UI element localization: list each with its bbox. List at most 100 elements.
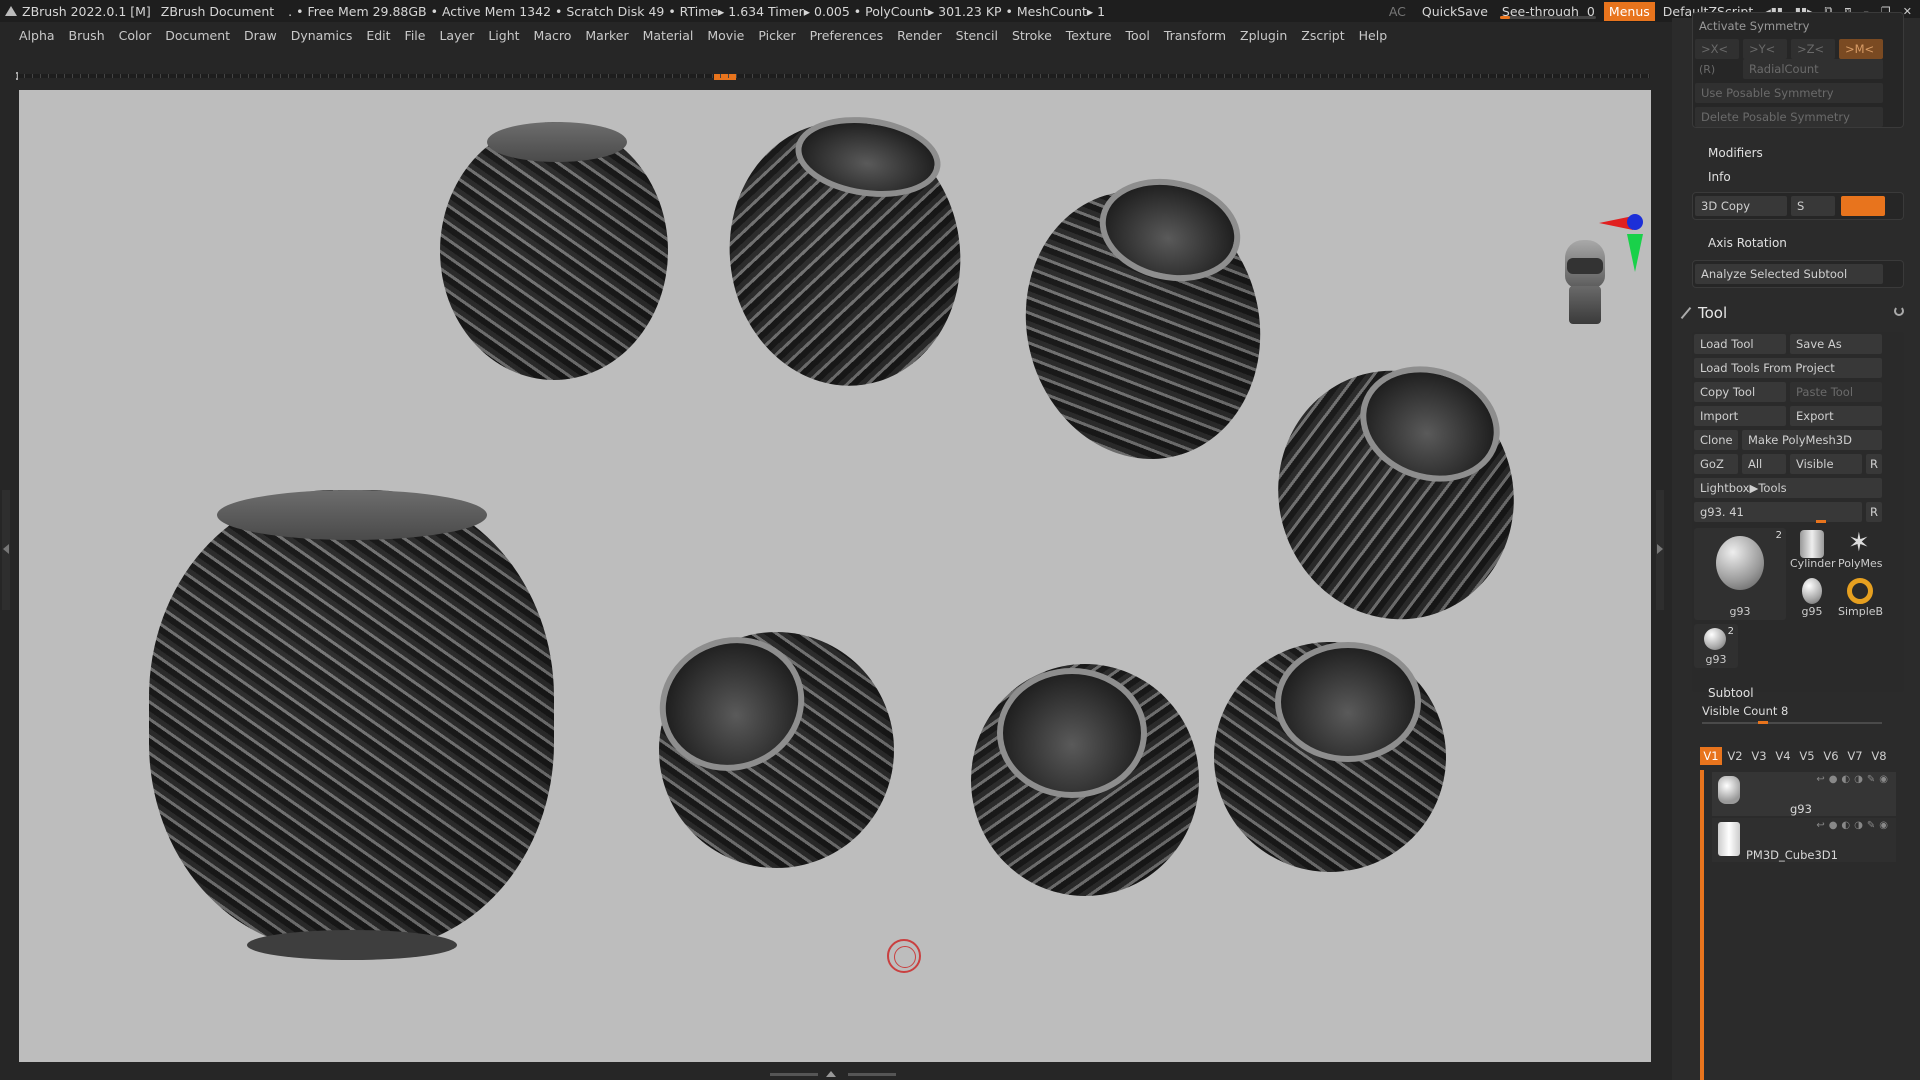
y-axis-icon[interactable] [1627,234,1643,272]
analyze-selected-subtool-button[interactable]: Analyze Selected Subtool [1695,264,1883,284]
goz-visible-button[interactable]: Visible [1790,454,1862,474]
paste-tool-button[interactable]: Paste Tool [1790,382,1882,402]
menu-layer[interactable]: Layer [432,26,481,46]
tool-palette-title[interactable]: Tool [1698,304,1727,322]
left-tray-handle[interactable] [2,490,10,610]
radial-r-button[interactable]: (R) [1699,63,1715,76]
tool-thumb-g93-small[interactable]: 2 g93 [1694,624,1738,668]
modifiers-header[interactable]: Modifiers [1708,146,1763,160]
menu-zplugin[interactable]: Zplugin [1233,26,1294,46]
delete-posable-symmetry-button[interactable]: Delete Posable Symmetry [1695,107,1883,127]
tab-v3[interactable]: V3 [1748,747,1770,765]
export-button[interactable]: Export [1790,406,1882,426]
3d-copy-s-button[interactable]: S [1791,196,1835,216]
menu-draw[interactable]: Draw [237,26,284,46]
tab-v4[interactable]: V4 [1772,747,1794,765]
menu-help[interactable]: Help [1352,26,1395,46]
tool-thumb-cylinder[interactable]: Cylinder [1790,528,1836,572]
menu-material[interactable]: Material [636,26,701,46]
tab-v7[interactable]: V7 [1844,747,1866,765]
menu-document[interactable]: Document [158,26,237,46]
subtool-controls-icon[interactable]: ↩●◐◑✎◉ [1816,774,1892,785]
radial-count-slider[interactable]: RadialCount [1743,59,1883,79]
subtool-controls-icon[interactable]: ↩●◐◑✎◉ [1816,820,1892,831]
tool-thumb-polymesh[interactable]: ✶ PolyMes [1838,528,1883,572]
menu-color[interactable]: Color [112,26,159,46]
info-header[interactable]: Info [1708,170,1731,184]
save-as-button[interactable]: Save As [1790,334,1882,354]
right-tray-handle[interactable] [1656,490,1664,610]
document-canvas[interactable] [19,90,1651,1062]
tab-v8[interactable]: V8 [1868,747,1890,765]
load-tool-button[interactable]: Load Tool [1694,334,1786,354]
tab-v5[interactable]: V5 [1796,747,1818,765]
quicksave-button[interactable]: QuickSave [1414,4,1496,19]
menu-alpha[interactable]: Alpha [12,26,62,46]
ac-button[interactable]: AC [1381,4,1414,19]
subtool-item-pm3d-cube[interactable]: ↩●◐◑✎◉ PM3D_Cube3D1 [1712,818,1896,862]
menu-transform[interactable]: Transform [1157,26,1233,46]
sym-x-button[interactable]: >X< [1695,39,1739,59]
tab-v6[interactable]: V6 [1820,747,1842,765]
seethrough-slider[interactable]: See-through 0 [1496,0,1600,22]
menu-stroke[interactable]: Stroke [1005,26,1059,46]
tool-thumb-g95[interactable]: g95 [1790,576,1834,620]
3d-copy-button[interactable]: 3D Copy [1695,196,1787,216]
lightbox-tools-button[interactable]: Lightbox▶Tools [1694,478,1882,498]
menu-brush[interactable]: Brush [62,26,112,46]
timeline-current-marker[interactable] [714,74,736,80]
tab-v1[interactable]: V1 [1700,747,1722,765]
copy-tool-button[interactable]: Copy Tool [1694,382,1786,402]
menu-file[interactable]: File [398,26,433,46]
menu-light[interactable]: Light [481,26,526,46]
menu-stencil[interactable]: Stencil [949,26,1005,46]
menu-texture[interactable]: Texture [1059,26,1119,46]
sym-z-button[interactable]: >Z< [1791,39,1835,59]
menu-movie[interactable]: Movie [700,26,751,46]
menu-render[interactable]: Render [890,26,949,46]
axis-rotation-header[interactable]: Axis Rotation [1708,236,1787,250]
timeline-tick [368,74,369,78]
menu-zscript[interactable]: Zscript [1294,26,1351,46]
make-polymesh3d-button[interactable]: Make PolyMesh3D [1742,430,1882,450]
refresh-icon[interactable] [1894,306,1904,316]
timeline-tick [56,74,57,78]
subtool-header[interactable]: Subtool [1708,686,1754,700]
activate-symmetry-button[interactable]: Activate Symmetry [1699,19,1809,33]
menus-button[interactable]: Menus [1603,1,1655,21]
menu-marker[interactable]: Marker [578,26,635,46]
menu-edit[interactable]: Edit [359,26,397,46]
gizmo-head-icon[interactable] [1559,240,1611,326]
current-tool-slider-knob[interactable] [1816,520,1826,523]
current-tool-r-button[interactable]: R [1866,502,1882,522]
navigation-gizmo[interactable] [1559,210,1643,330]
menu-preferences[interactable]: Preferences [803,26,891,46]
tool-thumb-g93[interactable]: 2 g93 [1694,528,1786,620]
visible-count-label[interactable]: Visible Count 8 [1702,704,1788,718]
sym-m-button[interactable]: >M< [1839,39,1883,59]
visible-count-knob[interactable] [1758,721,1768,724]
close-icon[interactable]: ✕ [1903,5,1912,18]
bottom-tray-handle[interactable] [770,1071,900,1078]
current-tool-slider[interactable]: g93. 41 [1694,502,1862,522]
tab-v2[interactable]: V2 [1724,747,1746,765]
subtool-scrollbar[interactable] [1700,770,1704,1080]
clone-button[interactable]: Clone [1694,430,1738,450]
goz-r-button[interactable]: R [1866,454,1882,474]
3d-copy-value-field[interactable] [1841,196,1885,216]
visible-count-track[interactable] [1702,722,1882,724]
sym-y-button[interactable]: >Y< [1743,39,1787,59]
goz-all-button[interactable]: All [1742,454,1786,474]
z-axis-icon[interactable] [1627,214,1643,230]
timeline-strip[interactable] [16,72,1650,80]
subtool-item-g93[interactable]: ↩●◐◑✎◉ g93 [1712,772,1896,816]
menu-picker[interactable]: Picker [751,26,802,46]
import-button[interactable]: Import [1694,406,1786,426]
menu-dynamics[interactable]: Dynamics [284,26,360,46]
goz-button[interactable]: GoZ [1694,454,1738,474]
menu-tool[interactable]: Tool [1119,26,1157,46]
load-tools-from-project-button[interactable]: Load Tools From Project [1694,358,1882,378]
tool-thumb-simplebrush[interactable]: SimpleB [1838,576,1883,620]
use-posable-symmetry-button[interactable]: Use Posable Symmetry [1695,83,1883,103]
menu-macro[interactable]: Macro [527,26,579,46]
